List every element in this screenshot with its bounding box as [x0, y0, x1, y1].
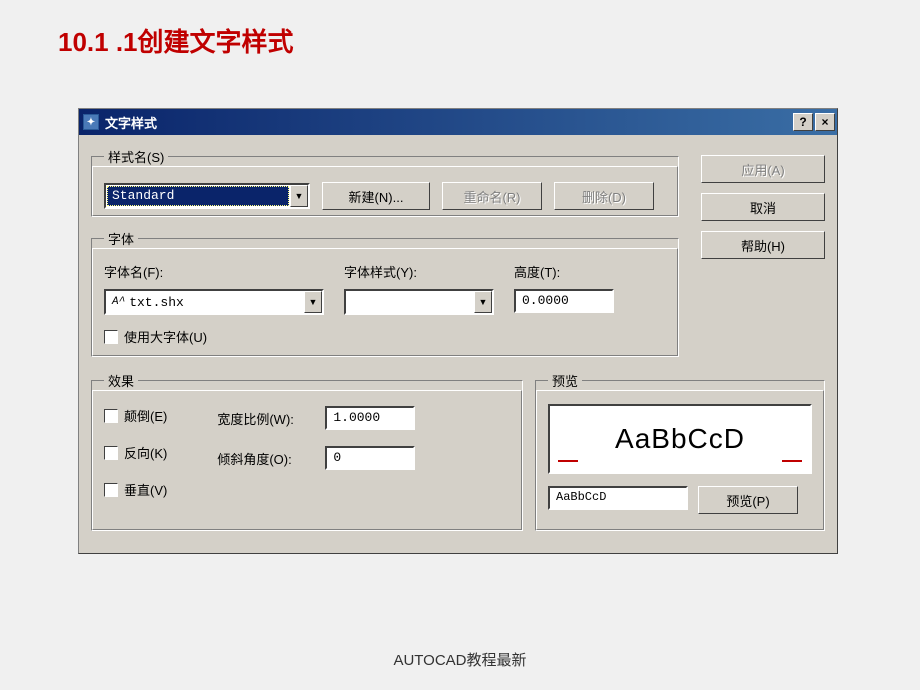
font-group: 字体 字体名(F): A^ txt.shx ▼ 字体样式(Y): [91, 229, 679, 357]
style-name-legend: 样式名(S) [104, 147, 168, 166]
preview-baseline-right [782, 460, 802, 462]
font-legend: 字体 [104, 229, 138, 248]
effects-legend: 效果 [104, 371, 138, 390]
text-style-dialog: ✦ 文字样式 ? × 样式名(S) Standard ▼ 新建(N)... 重命… [78, 108, 838, 554]
font-name-label: 字体名(F): [104, 262, 324, 281]
page-footer: AUTOCAD教程最新 [0, 649, 920, 670]
page-title: 10.1 .1创建文字样式 [58, 22, 294, 59]
delete-button[interactable]: 删除(D) [554, 182, 654, 210]
dialog-body: 样式名(S) Standard ▼ 新建(N)... 重命名(R) 删除(D) … [79, 135, 837, 553]
cancel-button[interactable]: 取消 [701, 193, 825, 221]
preview-baseline-left [558, 460, 578, 462]
big-font-label: 使用大字体(U) [124, 327, 207, 346]
height-input[interactable]: 0.0000 [514, 289, 614, 313]
rename-button[interactable]: 重命名(R) [442, 182, 542, 210]
font-name-value: txt.shx [129, 295, 184, 310]
side-buttons: 应用(A) 取消 帮助(H) [701, 155, 825, 259]
oblique-angle-input[interactable]: 0 [325, 446, 415, 470]
backwards-label: 反向(K) [124, 443, 167, 462]
upside-down-label: 颠倒(E) [124, 406, 167, 425]
chevron-down-icon: ▼ [304, 291, 322, 313]
chevron-down-icon: ▼ [290, 185, 308, 207]
apply-button[interactable]: 应用(A) [701, 155, 825, 183]
preview-canvas: AaBbCcD [548, 404, 812, 474]
app-icon: ✦ [83, 114, 99, 130]
titlebar: ✦ 文字样式 ? × [79, 109, 837, 135]
upside-down-checkbox[interactable] [104, 409, 118, 423]
shx-font-icon: A^ [112, 296, 125, 308]
preview-legend: 预览 [548, 371, 582, 390]
style-name-combo[interactable]: Standard ▼ [104, 183, 310, 209]
vertical-checkbox[interactable] [104, 483, 118, 497]
preview-input[interactable]: AaBbCcD [548, 486, 688, 510]
preview-group: 预览 AaBbCcD AaBbCcD 预览(P) [535, 371, 825, 531]
dialog-title: 文字样式 [105, 113, 793, 132]
style-name-value: Standard [107, 186, 289, 206]
help-side-button[interactable]: 帮助(H) [701, 231, 825, 259]
font-style-value [346, 300, 474, 304]
preview-sample-text: AaBbCcD [615, 423, 745, 455]
oblique-angle-label: 倾斜角度(O): [217, 449, 317, 468]
font-name-combo[interactable]: A^ txt.shx ▼ [104, 289, 324, 315]
help-button[interactable]: ? [793, 113, 813, 131]
vertical-label: 垂直(V) [124, 480, 167, 499]
new-button[interactable]: 新建(N)... [322, 182, 430, 210]
effects-group: 效果 颠倒(E) 反向(K) 垂直(V) [91, 371, 523, 531]
font-style-label: 字体样式(Y): [344, 262, 494, 281]
backwards-checkbox[interactable] [104, 446, 118, 460]
big-font-checkbox[interactable] [104, 330, 118, 344]
width-factor-label: 宽度比例(W): [217, 409, 317, 428]
width-factor-input[interactable]: 1.0000 [325, 406, 415, 430]
height-label: 高度(T): [514, 262, 624, 281]
font-style-combo[interactable]: ▼ [344, 289, 494, 315]
style-name-group: 样式名(S) Standard ▼ 新建(N)... 重命名(R) 删除(D) [91, 147, 679, 217]
preview-button[interactable]: 预览(P) [698, 486, 798, 514]
chevron-down-icon: ▼ [474, 291, 492, 313]
close-button[interactable]: × [815, 113, 835, 131]
